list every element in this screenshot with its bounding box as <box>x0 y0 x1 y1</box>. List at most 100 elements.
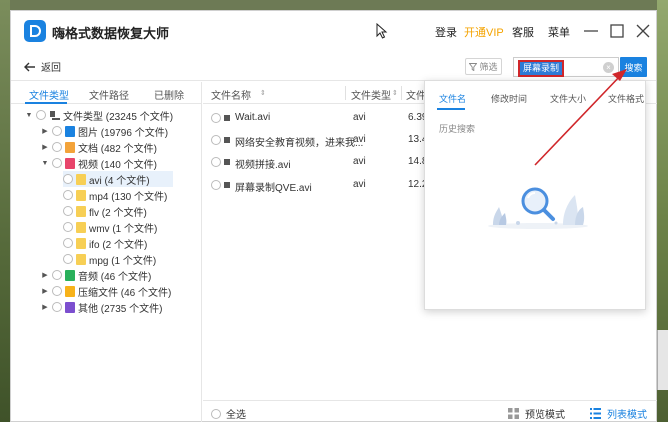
search-tab-file-size[interactable]: 文件大小 <box>550 92 586 105</box>
select-all-checkbox[interactable]: 全选 <box>211 406 246 421</box>
tab-deleted[interactable]: 已删除 <box>154 87 184 102</box>
tree-radio[interactable] <box>52 286 62 296</box>
image-file-icon <box>65 125 75 137</box>
folder-icon <box>76 189 86 201</box>
file-type: avi <box>353 156 366 167</box>
expand-arrow-icon[interactable]: ▼ <box>41 160 49 167</box>
tree-radio[interactable] <box>52 126 62 136</box>
search-tab-filename[interactable]: 文件名 <box>439 92 466 105</box>
active-tab-indicator <box>25 102 67 104</box>
search-input-value: 屏幕录制 <box>518 60 565 77</box>
tree-radio[interactable] <box>63 254 73 264</box>
tree-radio[interactable] <box>63 206 73 216</box>
column-divider[interactable] <box>401 86 402 100</box>
expand-arrow-icon[interactable]: ▶ <box>41 143 49 151</box>
clear-search-icon[interactable]: × <box>603 62 614 73</box>
document-file-icon <box>65 141 75 153</box>
folder-icon <box>76 237 86 249</box>
tree-item-other[interactable]: ▶ 其他 (2735 个文件) <box>41 299 162 315</box>
maximize-icon[interactable] <box>607 21 627 41</box>
column-header-type[interactable]: 文件类型 <box>351 87 391 102</box>
list-icon <box>590 408 601 419</box>
expand-arrow-icon[interactable]: ▼ <box>25 112 33 119</box>
column-header-name[interactable]: 文件名称 <box>211 87 251 102</box>
sidebar-tabs: 文件类型 文件路径 已删除 <box>11 82 201 104</box>
search-tab-modified-time[interactable]: 修改时间 <box>491 92 527 105</box>
customer-service-link[interactable]: 客服 <box>512 24 534 40</box>
tree-item-mp4[interactable]: mp4 (130 个文件) <box>63 187 167 203</box>
tree-radio[interactable] <box>52 158 62 168</box>
tree-item-label: 压缩文件 (46 个文件) <box>78 287 172 299</box>
login-link[interactable]: 登录 <box>435 24 457 40</box>
column-header-size[interactable]: 文件 <box>406 87 426 102</box>
expand-arrow-icon[interactable]: ▶ <box>41 303 49 311</box>
table-row[interactable]: 视频拼接.avi avi 14.8 <box>203 151 433 173</box>
video-file-icon <box>65 157 75 169</box>
tree-item-label: 其他 (2735 个文件) <box>78 303 163 315</box>
empty-search-illustration <box>488 187 588 229</box>
tree-radio[interactable] <box>52 142 62 152</box>
folder-icon <box>76 221 86 233</box>
list-mode-button[interactable]: 列表模式 <box>590 406 647 421</box>
table-row[interactable]: 屏幕录制QVE.avi avi 12.2 <box>203 174 433 196</box>
close-icon[interactable] <box>633 21 653 41</box>
tree-radio[interactable] <box>52 270 62 280</box>
grid-icon <box>508 408 519 419</box>
tree-item-avi[interactable]: avi (4 个文件) <box>63 171 173 187</box>
tree-item-root[interactable]: ▼ 文件类型 (23245 个文件) <box>25 107 173 123</box>
table-row[interactable]: Wait.avi avi 6.39 <box>203 107 433 129</box>
desktop-background-left <box>0 0 10 422</box>
title-bar: 嗨格式数据恢复大师 登录 开通VIP 客服 菜单 <box>11 11 656 51</box>
tree-item-audio[interactable]: ▶ 音频 (46 个文件) <box>41 267 151 283</box>
sort-icon[interactable]: ⇕ <box>260 89 266 97</box>
mouse-cursor-icon <box>376 23 388 39</box>
background-window-edge <box>657 330 668 390</box>
tree-radio[interactable] <box>52 302 62 312</box>
sort-icon[interactable]: ⇕ <box>392 89 398 97</box>
tree-item-wmv[interactable]: wmv (1 个文件) <box>63 219 157 235</box>
folder-icon <box>76 253 86 265</box>
filter-label: 筛选 <box>479 62 498 72</box>
row-radio[interactable] <box>211 135 221 145</box>
search-tab-file-format[interactable]: 文件格式 <box>608 92 644 105</box>
folder-icon <box>76 173 86 185</box>
expand-arrow-icon[interactable]: ▶ <box>41 287 49 295</box>
back-button[interactable]: 返回 <box>24 59 61 74</box>
tab-file-path[interactable]: 文件路径 <box>89 87 129 102</box>
table-row[interactable]: 网络安全教育视频，进来我... avi 13.4 <box>203 129 433 151</box>
search-button[interactable]: 搜索 <box>620 57 647 77</box>
tree-item-videos[interactable]: ▼ 视频 (140 个文件) <box>41 155 157 171</box>
minimize-icon[interactable] <box>581 21 601 41</box>
tree-radio[interactable] <box>63 238 73 248</box>
vip-link[interactable]: 开通VIP <box>464 24 504 40</box>
expand-arrow-icon[interactable]: ▶ <box>41 127 49 135</box>
preview-mode-button[interactable]: 预览模式 <box>508 406 565 421</box>
audio-file-icon <box>65 269 75 281</box>
app-title: 嗨格式数据恢复大师 <box>52 26 170 41</box>
search-input[interactable]: 屏幕录制 × <box>513 57 619 77</box>
filter-button[interactable]: 筛选 <box>465 58 502 75</box>
tree-item-label: 音频 (46 个文件) <box>78 271 152 283</box>
tree-radio[interactable] <box>36 110 46 120</box>
tree-item-archives[interactable]: ▶ 压缩文件 (46 个文件) <box>41 283 171 299</box>
tree-item-flv[interactable]: flv (2 个文件) <box>63 203 147 219</box>
search-dropdown-panel: 文件名 修改时间 文件大小 文件格式 历史搜索 <box>424 80 646 310</box>
file-type: avi <box>353 134 366 145</box>
tree-item-ifo[interactable]: ifo (2 个文件) <box>63 235 147 251</box>
tree-radio[interactable] <box>63 190 73 200</box>
tree-item-documents[interactable]: ▶ 文档 (482 个文件) <box>41 139 157 155</box>
expand-arrow-icon[interactable]: ▶ <box>41 271 49 279</box>
tab-file-type[interactable]: 文件类型 <box>29 87 69 102</box>
select-all-radio[interactable] <box>211 408 221 419</box>
tree-item-mpg[interactable]: mpg (1 个文件) <box>63 251 156 267</box>
row-radio[interactable] <box>211 180 221 190</box>
column-divider[interactable] <box>345 86 346 100</box>
row-radio[interactable] <box>211 157 221 167</box>
tree-item-images[interactable]: ▶ 图片 (19796 个文件) <box>41 123 168 139</box>
tree-item-label: ifo (2 个文件) <box>89 239 148 251</box>
file-name: 网络安全教育视频，进来我... <box>235 138 364 149</box>
tree-radio[interactable] <box>63 174 73 184</box>
tree-radio[interactable] <box>63 222 73 232</box>
menu-link[interactable]: 菜单 <box>548 24 570 40</box>
row-radio[interactable] <box>211 113 221 123</box>
